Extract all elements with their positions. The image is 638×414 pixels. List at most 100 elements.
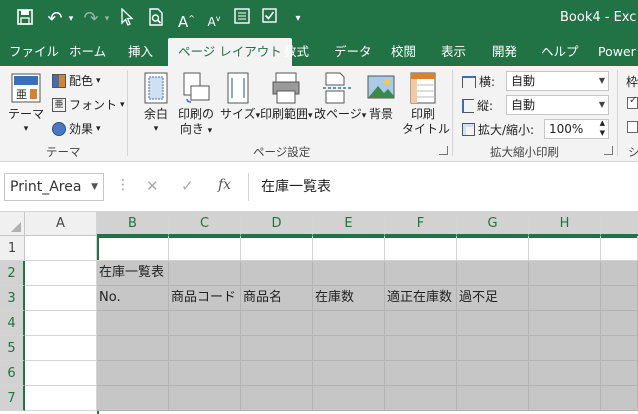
tab-review[interactable]: 校閲	[391, 38, 416, 66]
cell[interactable]	[97, 386, 169, 411]
cell[interactable]	[529, 361, 601, 386]
cell[interactable]	[313, 236, 385, 261]
tab-help[interactable]: ヘルプ	[541, 38, 579, 66]
cell[interactable]	[457, 336, 529, 361]
form-icon[interactable]	[234, 8, 252, 30]
cell[interactable]	[601, 361, 638, 386]
effects-button[interactable]: 効果 ▾	[52, 120, 101, 137]
cell[interactable]	[25, 236, 97, 261]
column-header[interactable]: A	[25, 212, 97, 236]
cell[interactable]	[169, 336, 241, 361]
cell[interactable]	[169, 361, 241, 386]
decrease-font-icon[interactable]: Av	[206, 8, 222, 30]
width-select[interactable]: 自動 ▼	[506, 71, 609, 91]
cell[interactable]	[241, 361, 313, 386]
cell[interactable]	[601, 261, 638, 286]
cell[interactable]	[385, 236, 457, 261]
cell[interactable]	[457, 361, 529, 386]
cell[interactable]	[97, 236, 169, 261]
cell[interactable]	[25, 286, 97, 311]
cell[interactable]	[457, 261, 529, 286]
cell[interactable]: No.	[97, 286, 169, 311]
tab-view[interactable]: 表示	[441, 38, 466, 66]
cell[interactable]: 過不足	[457, 286, 529, 311]
cell[interactable]	[529, 236, 601, 261]
tab-developer[interactable]: 開発	[492, 38, 517, 66]
tab-page-layout[interactable]: ページ レイアウト	[168, 38, 292, 66]
tab-formulas[interactable]: 数式	[284, 38, 309, 66]
cell[interactable]	[385, 386, 457, 411]
cell[interactable]: 商品コード	[169, 286, 241, 311]
scale-spinner[interactable]: 100% ▲ ▼	[544, 119, 609, 139]
save-icon[interactable]	[16, 8, 36, 30]
row-header[interactable]: 6	[0, 361, 25, 386]
column-header[interactable]: F	[385, 212, 457, 236]
row-header[interactable]: 1	[0, 236, 25, 261]
row-header[interactable]: 4	[0, 311, 25, 336]
print-area-button[interactable]: 印刷範囲▾	[260, 72, 313, 124]
cell[interactable]	[97, 311, 169, 336]
breaks-button[interactable]: 改ページ▾	[314, 72, 366, 124]
colors-button[interactable]: 配色 ▾	[52, 72, 101, 89]
size-button[interactable]: サイズ▾	[220, 72, 260, 124]
cell[interactable]	[25, 336, 97, 361]
cell[interactable]	[241, 336, 313, 361]
cell[interactable]	[385, 261, 457, 286]
tab-power[interactable]: Power	[598, 38, 636, 66]
select-pointer-icon[interactable]	[120, 8, 136, 30]
cell[interactable]	[241, 311, 313, 336]
page-setup-launcher-icon[interactable]	[439, 146, 448, 155]
cell[interactable]	[169, 311, 241, 336]
column-header[interactable]: B	[97, 212, 169, 236]
cell[interactable]	[601, 236, 638, 261]
print-titles-button[interactable]: 印刷 タイトル	[402, 72, 450, 137]
cell[interactable]: 在庫一覧表	[97, 261, 169, 286]
column-header[interactable]	[601, 212, 638, 236]
tab-file[interactable]: ファイル	[9, 38, 59, 66]
cell[interactable]	[385, 336, 457, 361]
row-header[interactable]: 2	[0, 261, 25, 286]
column-header[interactable]: E	[313, 212, 385, 236]
spinner-arrows-icon[interactable]: ▲ ▼	[600, 118, 605, 138]
cell[interactable]	[385, 311, 457, 336]
cell[interactable]	[457, 311, 529, 336]
height-select[interactable]: 自動 ▼	[506, 95, 609, 115]
cell[interactable]	[25, 261, 97, 286]
cell[interactable]	[169, 386, 241, 411]
orientation-button[interactable]: 印刷の 向き ▾	[176, 72, 216, 139]
cell[interactable]	[241, 236, 313, 261]
tab-data[interactable]: データ	[334, 38, 372, 66]
cell[interactable]	[313, 311, 385, 336]
cell[interactable]	[25, 386, 97, 411]
undo-dropdown-icon[interactable]: ▾	[66, 8, 76, 30]
checkbox-icon[interactable]	[262, 8, 278, 30]
insert-function-icon[interactable]: fx	[218, 177, 231, 193]
column-header[interactable]: C	[169, 212, 241, 236]
cell[interactable]: 適正在庫数	[385, 286, 457, 311]
row-header[interactable]: 7	[0, 386, 25, 411]
cell[interactable]	[313, 261, 385, 286]
cell[interactable]	[313, 386, 385, 411]
row-header[interactable]: 3	[0, 286, 25, 311]
cell[interactable]	[241, 386, 313, 411]
formula-input[interactable]: 在庫一覧表	[248, 173, 638, 201]
name-box[interactable]: Print_Area ▼	[4, 173, 104, 201]
gridlines-view-checkbox[interactable]: ✓	[627, 95, 638, 109]
column-header[interactable]: D	[241, 212, 313, 236]
scale-launcher-icon[interactable]	[604, 146, 613, 155]
cell[interactable]	[97, 336, 169, 361]
cell[interactable]	[601, 386, 638, 411]
cell[interactable]	[241, 261, 313, 286]
margins-button[interactable]: 余白 ▾	[138, 72, 174, 137]
cell[interactable]	[457, 236, 529, 261]
worksheet-grid[interactable]: A B C D E F G H 1 2 3 4 5 6 7 在庫一覧表 No. 商品…	[0, 212, 638, 414]
background-button[interactable]: 背景	[364, 72, 398, 122]
cell[interactable]	[601, 336, 638, 361]
customize-quick-access-icon[interactable]: ▾	[292, 8, 304, 30]
row-header[interactable]: 5	[0, 336, 25, 361]
cell[interactable]	[529, 261, 601, 286]
cell[interactable]	[529, 286, 601, 311]
cell[interactable]	[25, 311, 97, 336]
cell[interactable]	[529, 336, 601, 361]
cell[interactable]: 商品名	[241, 286, 313, 311]
